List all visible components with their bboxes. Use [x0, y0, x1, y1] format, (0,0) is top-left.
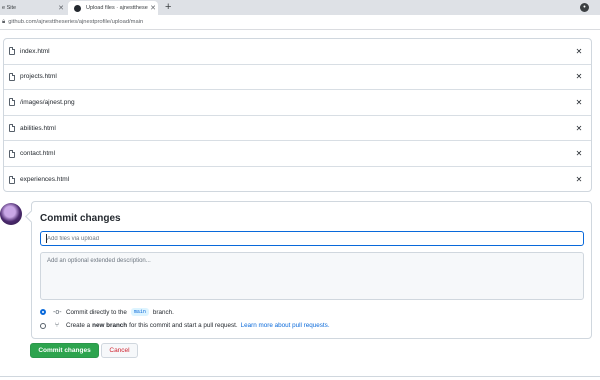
file-name: projects.html [20, 73, 57, 81]
commit-changes-panel: Commit changes -o- Commit directly to th… [31, 201, 592, 339]
lock-icon[interactable]: 🔒︎ [2, 19, 5, 26]
git-pull-request-icon: ⑂ [54, 322, 60, 329]
option-text: Commit directly to the [66, 308, 127, 316]
commit-summary-input[interactable] [40, 231, 584, 246]
file-row: abilities.html ✕ [4, 116, 591, 142]
close-icon[interactable]: ✕ [56, 4, 66, 12]
commit-changes-heading: Commit changes [40, 213, 121, 224]
address-bar[interactable]: 🔒︎ github.com/ajnesttheseries/ajnestprof… [0, 15, 600, 30]
avatar[interactable] [0, 203, 22, 225]
browser-tab-active[interactable]: Upload files · ajnesttheseries/ajn ✕ [68, 1, 158, 15]
file-icon [9, 124, 15, 133]
file-name: abilities.html [20, 124, 56, 132]
github-icon [74, 4, 81, 12]
commit-changes-button[interactable]: Commit changes [30, 343, 99, 358]
footer-divider [0, 376, 600, 377]
cancel-button[interactable]: Cancel [101, 343, 138, 358]
file-row: projects.html ✕ [4, 65, 591, 91]
commit-description-textarea[interactable] [40, 252, 584, 300]
file-name: /images/ajnest.png [20, 98, 75, 106]
option-text: branch. [152, 308, 174, 316]
file-row: contact.html ✕ [4, 141, 591, 167]
browser-tab-bar: e Site ✕ Upload files · ajnesttheseries/… [0, 0, 600, 15]
file-row: /images/ajnest.png ✕ [4, 90, 591, 116]
browser-menu-icon[interactable]: • [580, 3, 589, 12]
file-icon [9, 149, 15, 158]
text-cursor [46, 234, 47, 243]
learn-more-link[interactable]: Learn more about pull requests. [241, 322, 330, 329]
branch-name-badge: main [130, 308, 149, 316]
tab-title: Upload files · ajnesttheseries/ajn [86, 5, 148, 11]
file-name: experiences.html [20, 176, 70, 184]
commit-new-branch-option[interactable]: ⑂ Create a new branch for this commit an… [40, 322, 330, 329]
remove-file-icon[interactable]: ✕ [575, 149, 583, 158]
file-icon [9, 72, 15, 81]
git-commit-icon: -o- [53, 308, 62, 316]
file-name: index.html [20, 47, 50, 55]
file-row: index.html ✕ [4, 39, 591, 65]
radio-button-selected[interactable] [40, 309, 46, 315]
radio-button[interactable] [40, 322, 46, 329]
new-tab-button[interactable]: + [165, 0, 171, 15]
close-icon[interactable]: ✕ [148, 4, 158, 12]
remove-file-icon[interactable]: ✕ [575, 72, 583, 81]
remove-file-icon[interactable]: ✕ [575, 175, 583, 184]
browser-tab[interactable]: e Site ✕ [0, 1, 66, 15]
file-icon [9, 175, 15, 184]
file-icon [9, 98, 15, 107]
uploaded-file-list: index.html ✕ projects.html ✕ /images/ajn… [3, 38, 592, 192]
option-text: Create a [66, 322, 91, 329]
remove-file-icon[interactable]: ✕ [575, 124, 583, 133]
file-name: contact.html [20, 150, 56, 158]
option-text-bold: new branch [92, 322, 128, 329]
remove-file-icon[interactable]: ✕ [575, 98, 583, 107]
file-icon [9, 47, 15, 56]
remove-file-icon[interactable]: ✕ [575, 47, 583, 56]
url-text[interactable]: github.com/ajnesttheseries/ajnestprofile… [8, 19, 143, 25]
tab-title: e Site [2, 5, 17, 11]
file-row: experiences.html ✕ [4, 167, 591, 193]
option-text: for this commit and start a pull request… [129, 322, 238, 329]
commit-direct-option[interactable]: -o- Commit directly to the main branch. [40, 308, 174, 316]
